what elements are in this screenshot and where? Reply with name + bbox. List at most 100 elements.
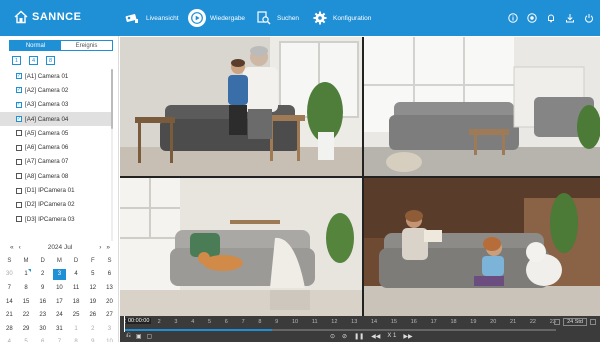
camera-list-item[interactable]: [D2] IPCamera 02 xyxy=(0,198,112,212)
calendar-day[interactable]: 27 xyxy=(101,308,118,322)
zoom-out-button[interactable] xyxy=(554,319,561,325)
prev-year-button[interactable]: « xyxy=(10,244,14,251)
backup-icon[interactable]: ▣ xyxy=(136,333,142,340)
calendar-day[interactable]: 7 xyxy=(1,281,18,295)
playback-timeline[interactable]: 01234567891011121314151617181920212223 0… xyxy=(120,316,600,342)
camera-checkbox[interactable]: ✓ xyxy=(16,101,22,108)
calendar-day[interactable]: 2 xyxy=(84,322,101,336)
calendar-day[interactable]: 6 xyxy=(34,336,51,342)
camera-list-item[interactable]: [A5] Camera 05 xyxy=(0,126,112,140)
video-tile-1[interactable] xyxy=(120,37,362,176)
zoom-level-select[interactable]: 24 Std xyxy=(563,318,587,326)
calendar-day[interactable]: 4 xyxy=(1,336,18,342)
camera-list-item[interactable]: [A6] Camera 06 xyxy=(0,140,112,154)
camera-list-item[interactable]: ✓ [A4] Camera 04 xyxy=(0,111,112,127)
bell-icon[interactable] xyxy=(545,12,556,23)
camera-checkbox[interactable] xyxy=(16,187,22,194)
camera-list-item[interactable]: [D1] IPCamera 01 xyxy=(0,183,112,197)
calendar-day[interactable]: 8 xyxy=(68,336,85,342)
camera-checkbox[interactable] xyxy=(16,173,22,180)
info-icon[interactable] xyxy=(507,12,518,23)
camera-checkbox[interactable] xyxy=(16,144,22,151)
calendar-day[interactable]: 1 xyxy=(68,322,85,336)
calendar-day[interactable]: 8 xyxy=(18,281,35,295)
calendar-day[interactable]: 5 xyxy=(84,268,101,282)
calendar-day[interactable]: 26 xyxy=(84,308,101,322)
video-tile-2[interactable] xyxy=(364,37,600,176)
calendar-day[interactable]: 6 xyxy=(101,268,118,282)
split-8-button[interactable]: 8 xyxy=(46,56,55,65)
camera-checkbox[interactable] xyxy=(16,158,22,165)
camera-list-item[interactable]: ✓ [A1] Camera 01 xyxy=(0,69,112,83)
calendar-day[interactable]: 28 xyxy=(1,322,18,336)
next-month-button[interactable]: › xyxy=(99,244,101,251)
next-year-button[interactable]: » xyxy=(106,244,110,251)
camera-checkbox[interactable]: ✓ xyxy=(16,87,22,94)
calendar-day[interactable]: 24 xyxy=(51,308,68,322)
power-icon[interactable] xyxy=(583,12,594,23)
timeline-cursor[interactable] xyxy=(124,316,125,332)
calendar-day[interactable]: 11 xyxy=(68,281,85,295)
camera-checkbox[interactable] xyxy=(16,130,22,137)
split-1-button[interactable]: 1 xyxy=(12,56,21,65)
tab-event[interactable]: Ereignis xyxy=(61,41,112,50)
calendar-day[interactable]: 9 xyxy=(84,336,101,342)
calendar-day[interactable]: 9 xyxy=(34,281,51,295)
camera-checkbox[interactable] xyxy=(16,216,22,223)
rewind-icon[interactable]: ◀◀ xyxy=(371,333,380,340)
clip-icon[interactable]: ⎌ xyxy=(126,333,131,340)
video-tile-4[interactable] xyxy=(364,178,600,316)
camera-list-scrollbar[interactable] xyxy=(111,69,113,241)
calendar-day[interactable]: 14 xyxy=(1,295,18,309)
pause-icon[interactable]: ❚❚ xyxy=(354,333,364,340)
calendar-day[interactable]: 3 xyxy=(101,322,118,336)
calendar-day[interactable]: 19 xyxy=(84,295,101,309)
calendar-day[interactable]: 3 xyxy=(51,268,68,282)
camera-list-item[interactable]: [A8] Camera 08 xyxy=(0,169,112,183)
calendar-day[interactable]: 31 xyxy=(51,322,68,336)
scrollbar-thumb[interactable] xyxy=(111,69,113,129)
calendar-day[interactable]: 10 xyxy=(101,336,118,342)
calendar-day[interactable]: 2 xyxy=(34,268,51,282)
snapshot-icon[interactable]: ▢ xyxy=(146,333,152,340)
forward-icon[interactable]: ▶▶ xyxy=(403,333,412,340)
calendar-day[interactable]: 23 xyxy=(34,308,51,322)
calendar-day[interactable]: 29 xyxy=(18,322,35,336)
calendar-day[interactable]: 17 xyxy=(51,295,68,309)
calendar-day[interactable]: 21 xyxy=(1,308,18,322)
video-tile-3[interactable] xyxy=(120,178,362,316)
zoom-in-button[interactable] xyxy=(590,319,596,325)
stop-icon[interactable]: ⊙ xyxy=(330,333,335,340)
timeline-track[interactable] xyxy=(124,316,556,332)
calendar-day[interactable]: 7 xyxy=(51,336,68,342)
reverse-icon[interactable]: ⊘ xyxy=(342,333,347,340)
calendar-day[interactable]: 13 xyxy=(101,281,118,295)
calendar-day[interactable]: 16 xyxy=(34,295,51,309)
calendar-day[interactable]: 4 xyxy=(68,268,85,282)
tab-normal[interactable]: Normal xyxy=(10,41,61,50)
calendar-day[interactable]: 30 xyxy=(1,268,18,282)
calendar-day[interactable]: 22 xyxy=(18,308,35,322)
calendar-day[interactable]: 1 xyxy=(18,268,35,282)
camera-list-item[interactable]: [D3] IPCamera 03 xyxy=(0,212,112,226)
camera-checkbox[interactable]: ✓ xyxy=(16,116,22,123)
nav-playback[interactable]: Wiedergabe xyxy=(188,8,245,28)
calendar-day[interactable]: 12 xyxy=(84,281,101,295)
camera-checkbox[interactable] xyxy=(16,201,22,208)
prev-month-button[interactable]: ‹ xyxy=(19,244,21,251)
nav-configuration[interactable]: Konfiguration xyxy=(311,8,371,28)
download-icon[interactable] xyxy=(564,12,575,23)
camera-list-item[interactable]: ✓ [A3] Camera 03 xyxy=(0,98,112,112)
camera-checkbox[interactable]: ✓ xyxy=(16,73,22,80)
camera-list-item[interactable]: [A7] Camera 07 xyxy=(0,155,112,169)
nav-live-view[interactable]: Liveansicht xyxy=(124,8,179,28)
calendar-day[interactable]: 30 xyxy=(34,322,51,336)
split-4-button[interactable]: 4 xyxy=(29,56,38,65)
calendar-day[interactable]: 5 xyxy=(18,336,35,342)
camera-list-item[interactable]: ✓ [A2] Camera 02 xyxy=(0,83,112,97)
calendar-day[interactable]: 18 xyxy=(68,295,85,309)
calendar-day[interactable]: 10 xyxy=(51,281,68,295)
record-icon[interactable] xyxy=(526,12,537,23)
nav-search[interactable]: Suchen xyxy=(255,8,299,28)
calendar-day[interactable]: 25 xyxy=(68,308,85,322)
